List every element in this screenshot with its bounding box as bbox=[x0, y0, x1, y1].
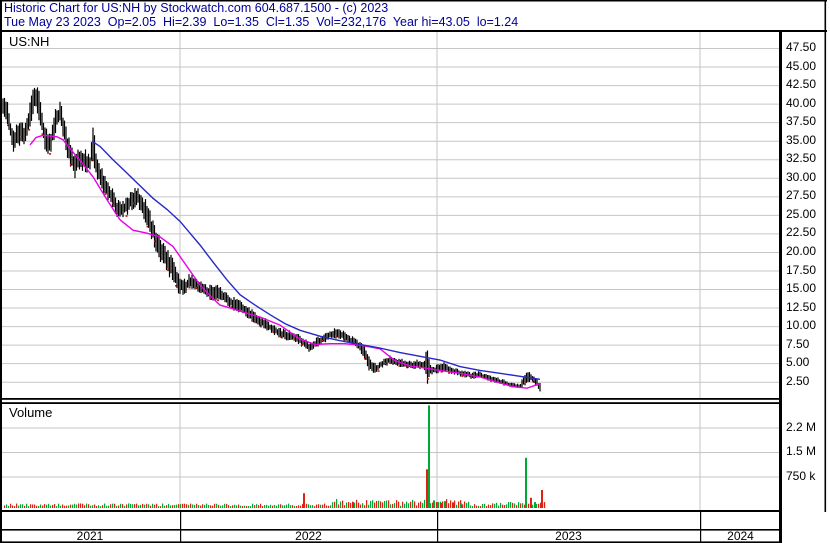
price-axis-label: 45.00 bbox=[786, 58, 817, 73]
price-axis-label: 17.50 bbox=[786, 262, 817, 277]
price-axis-label: 42.50 bbox=[786, 77, 817, 92]
symbol-label: US:NH bbox=[9, 34, 50, 49]
volume-axis-label: 1.5 M bbox=[786, 444, 817, 458]
price-axis-label: 10.00 bbox=[786, 318, 817, 333]
price-axis-label: 22.50 bbox=[786, 225, 817, 240]
price-axis-label: 47.50 bbox=[786, 40, 817, 54]
price-axis-label: 27.50 bbox=[786, 188, 817, 203]
volume-axis-label: 2.2 M bbox=[786, 419, 817, 434]
price-axis-label: 12.50 bbox=[786, 299, 817, 314]
stockwatch-historic-chart: Historic Chart for US:NH by Stockwatch.c… bbox=[0, 0, 830, 543]
price-axis-label: 15.00 bbox=[786, 281, 817, 295]
year-axis-label: 2023 bbox=[555, 529, 582, 543]
year-axis-label: 2022 bbox=[295, 529, 322, 543]
volume-axis-label: 750 k bbox=[786, 468, 816, 483]
price-axis-label: 37.50 bbox=[786, 114, 817, 129]
chart-canvas bbox=[0, 0, 827, 543]
price-axis-label: 35.00 bbox=[786, 132, 817, 147]
price-axis-label: 7.50 bbox=[786, 336, 810, 351]
year-axis-label: 2024 bbox=[727, 529, 754, 543]
price-axis-label: 25.00 bbox=[786, 206, 817, 221]
price-axis-label: 40.00 bbox=[786, 95, 817, 110]
price-axis-label: 5.00 bbox=[786, 355, 810, 370]
price-axis-label: 30.00 bbox=[786, 169, 817, 184]
volume-panel-label: Volume bbox=[9, 405, 53, 420]
price-axis-label: 2.50 bbox=[786, 373, 810, 388]
price-axis-label: 20.00 bbox=[786, 243, 817, 258]
price-axis-label: 32.50 bbox=[786, 151, 817, 166]
year-axis-label: 2021 bbox=[76, 529, 104, 543]
